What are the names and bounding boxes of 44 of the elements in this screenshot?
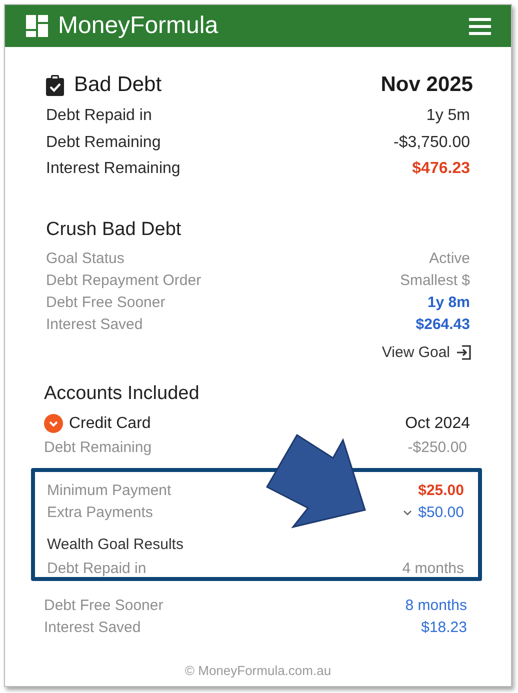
account-name: Credit Card	[69, 414, 151, 432]
account-date: Oct 2024	[405, 414, 470, 432]
row-label: Goal Status	[46, 250, 124, 267]
copyright-text: © MoneyFormula.com.au	[184, 663, 332, 680]
subsection-title: Wealth Goal Results	[46, 535, 184, 555]
target-date: Nov 2025	[380, 73, 473, 97]
row-label: Debt Repayment Order	[46, 272, 202, 289]
row-label: Extra Payments	[47, 504, 153, 521]
enter-icon	[456, 344, 471, 360]
row-value: $25.00	[418, 482, 464, 499]
row-value: 8 months	[405, 597, 467, 614]
row-value: Active	[429, 250, 470, 267]
row-label: Interest Remaining	[46, 160, 180, 178]
grid-logo-icon	[26, 15, 48, 37]
clipboard-check-icon	[46, 74, 64, 96]
row-value: $476.23	[412, 160, 470, 178]
row-label: Debt Remaining	[46, 134, 161, 152]
section-title: Crush Bad Debt	[45, 218, 182, 240]
app-title: MoneyFormula	[58, 12, 218, 40]
section-title: Accounts Included	[43, 382, 200, 404]
view-goal-link[interactable]: View Goal	[382, 344, 471, 360]
row-label: Minimum Payment	[47, 482, 172, 499]
row-label: Interest Saved	[44, 619, 141, 636]
row-label: Interest Saved	[46, 316, 143, 333]
row-value: 1y 5m	[426, 107, 470, 126]
row-value: $50.00	[418, 504, 464, 521]
expand-button[interactable]	[44, 414, 63, 433]
row-label: Debt Free Sooner	[44, 597, 164, 614]
row-label: Debt Repaid in	[47, 560, 146, 577]
row-value: -$3,750.00	[393, 134, 470, 152]
row-value: -$250.00	[408, 439, 467, 456]
row-value: $264.43	[416, 316, 470, 333]
row-value: 4 months	[402, 560, 464, 577]
row-value: Smallest $	[400, 272, 470, 289]
row-label: Debt Remaining	[44, 439, 152, 456]
caret-icon[interactable]	[403, 510, 412, 516]
menu-button[interactable]	[469, 17, 491, 35]
chevron-down-icon	[44, 414, 63, 433]
row-label: Debt Free Sooner	[46, 294, 166, 311]
row-value: 1y 8m	[427, 294, 470, 311]
row-value: $18.23	[421, 619, 467, 636]
menu-icon	[469, 17, 491, 35]
section-title: Bad Debt	[74, 73, 162, 97]
row-label: Debt Repaid in	[46, 107, 152, 126]
